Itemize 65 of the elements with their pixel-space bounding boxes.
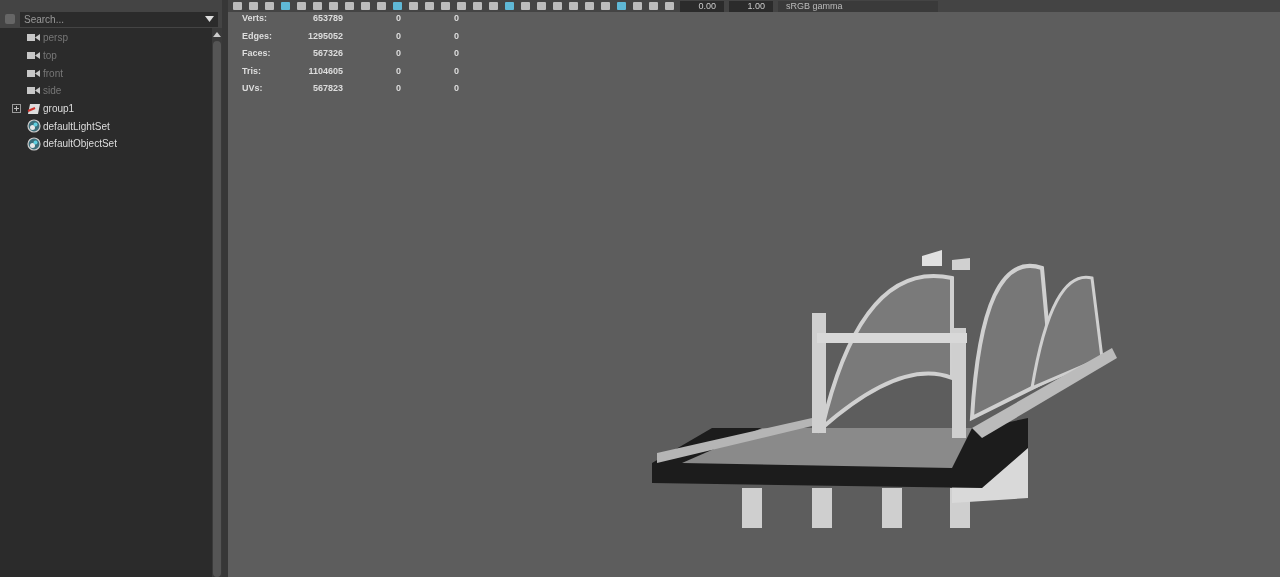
stat-value: 653789: [311, 12, 343, 25]
set-icon: [26, 136, 41, 151]
tool-icon[interactable]: [568, 1, 579, 11]
tool-icon[interactable]: [392, 1, 403, 11]
stat-value: 0: [395, 64, 401, 78]
dropdown-arrow-icon[interactable]: [205, 16, 214, 22]
tool-icon[interactable]: [472, 1, 483, 11]
outliner-item[interactable]: defaultObjectSet: [0, 135, 212, 153]
tool-icon[interactable]: [440, 1, 451, 11]
stat-value: 0: [395, 47, 401, 60]
scrollbar[interactable]: [212, 28, 222, 577]
stat-value: 0: [395, 82, 401, 95]
scroll-up-arrow-icon[interactable]: [213, 32, 221, 37]
stat-label: Tris:: [242, 64, 262, 78]
stat-value: 0: [453, 82, 459, 95]
tool-icon[interactable]: [264, 1, 275, 11]
stat-label: Edges:: [242, 29, 273, 43]
tool-icon[interactable]: [488, 1, 499, 11]
stat-value: 0: [395, 12, 401, 25]
number-field[interactable]: 1.00: [729, 0, 773, 12]
tool-icon[interactable]: [664, 1, 675, 11]
stat-label: Faces:: [242, 47, 272, 60]
tool-icon[interactable]: [504, 1, 515, 11]
color-space-dropdown[interactable]: sRGB gamma: [778, 0, 938, 12]
tool-icon[interactable]: [232, 1, 243, 11]
outliner-item[interactable]: group1: [0, 99, 212, 118]
camera-icon: [27, 86, 40, 96]
tool-icon[interactable]: [328, 1, 339, 11]
group-icon: [26, 102, 41, 115]
stat-value: 0: [453, 64, 459, 78]
tool-icon[interactable]: [360, 1, 371, 11]
tool-icon[interactable]: [536, 1, 547, 11]
tool-icon[interactable]: [632, 1, 643, 11]
tool-icon[interactable]: [376, 1, 387, 11]
tool-icon[interactable]: [248, 1, 259, 11]
outliner-item[interactable]: defaultLightSet: [0, 117, 212, 136]
number-field[interactable]: 0.00: [680, 0, 724, 12]
stat-value: 0: [453, 29, 459, 43]
tool-icon[interactable]: [616, 1, 627, 11]
stat-value: 0: [395, 29, 401, 43]
stat-value: 0: [453, 12, 459, 25]
stat-value: 0: [453, 47, 459, 60]
stat-value: 567823: [311, 82, 343, 95]
camera-icon: [27, 51, 40, 61]
stat-label: UVs:: [242, 82, 264, 95]
stat-label: Verts:: [242, 12, 268, 25]
tool-icon[interactable]: [584, 1, 595, 11]
stat-value: 1104605: [307, 64, 343, 78]
tool-icon[interactable]: [600, 1, 611, 11]
tool-icon[interactable]: [552, 1, 563, 11]
tool-icon[interactable]: [456, 1, 467, 11]
tool-icon[interactable]: [312, 1, 323, 11]
tool-icon[interactable]: [280, 1, 291, 11]
set-icon: [26, 119, 41, 134]
expand-icon[interactable]: [12, 104, 21, 114]
tool-icon[interactable]: [648, 1, 659, 11]
tool-icon[interactable]: [296, 1, 307, 11]
tool-icon[interactable]: [344, 1, 355, 11]
camera-icon: [27, 68, 40, 78]
stat-value: 567326: [311, 47, 343, 60]
tool-icon[interactable]: [424, 1, 435, 11]
tool-icon[interactable]: [408, 1, 419, 11]
camera-icon: [27, 33, 40, 43]
stat-value: 1295052: [306, 29, 343, 43]
tool-icon[interactable]: [520, 1, 531, 11]
